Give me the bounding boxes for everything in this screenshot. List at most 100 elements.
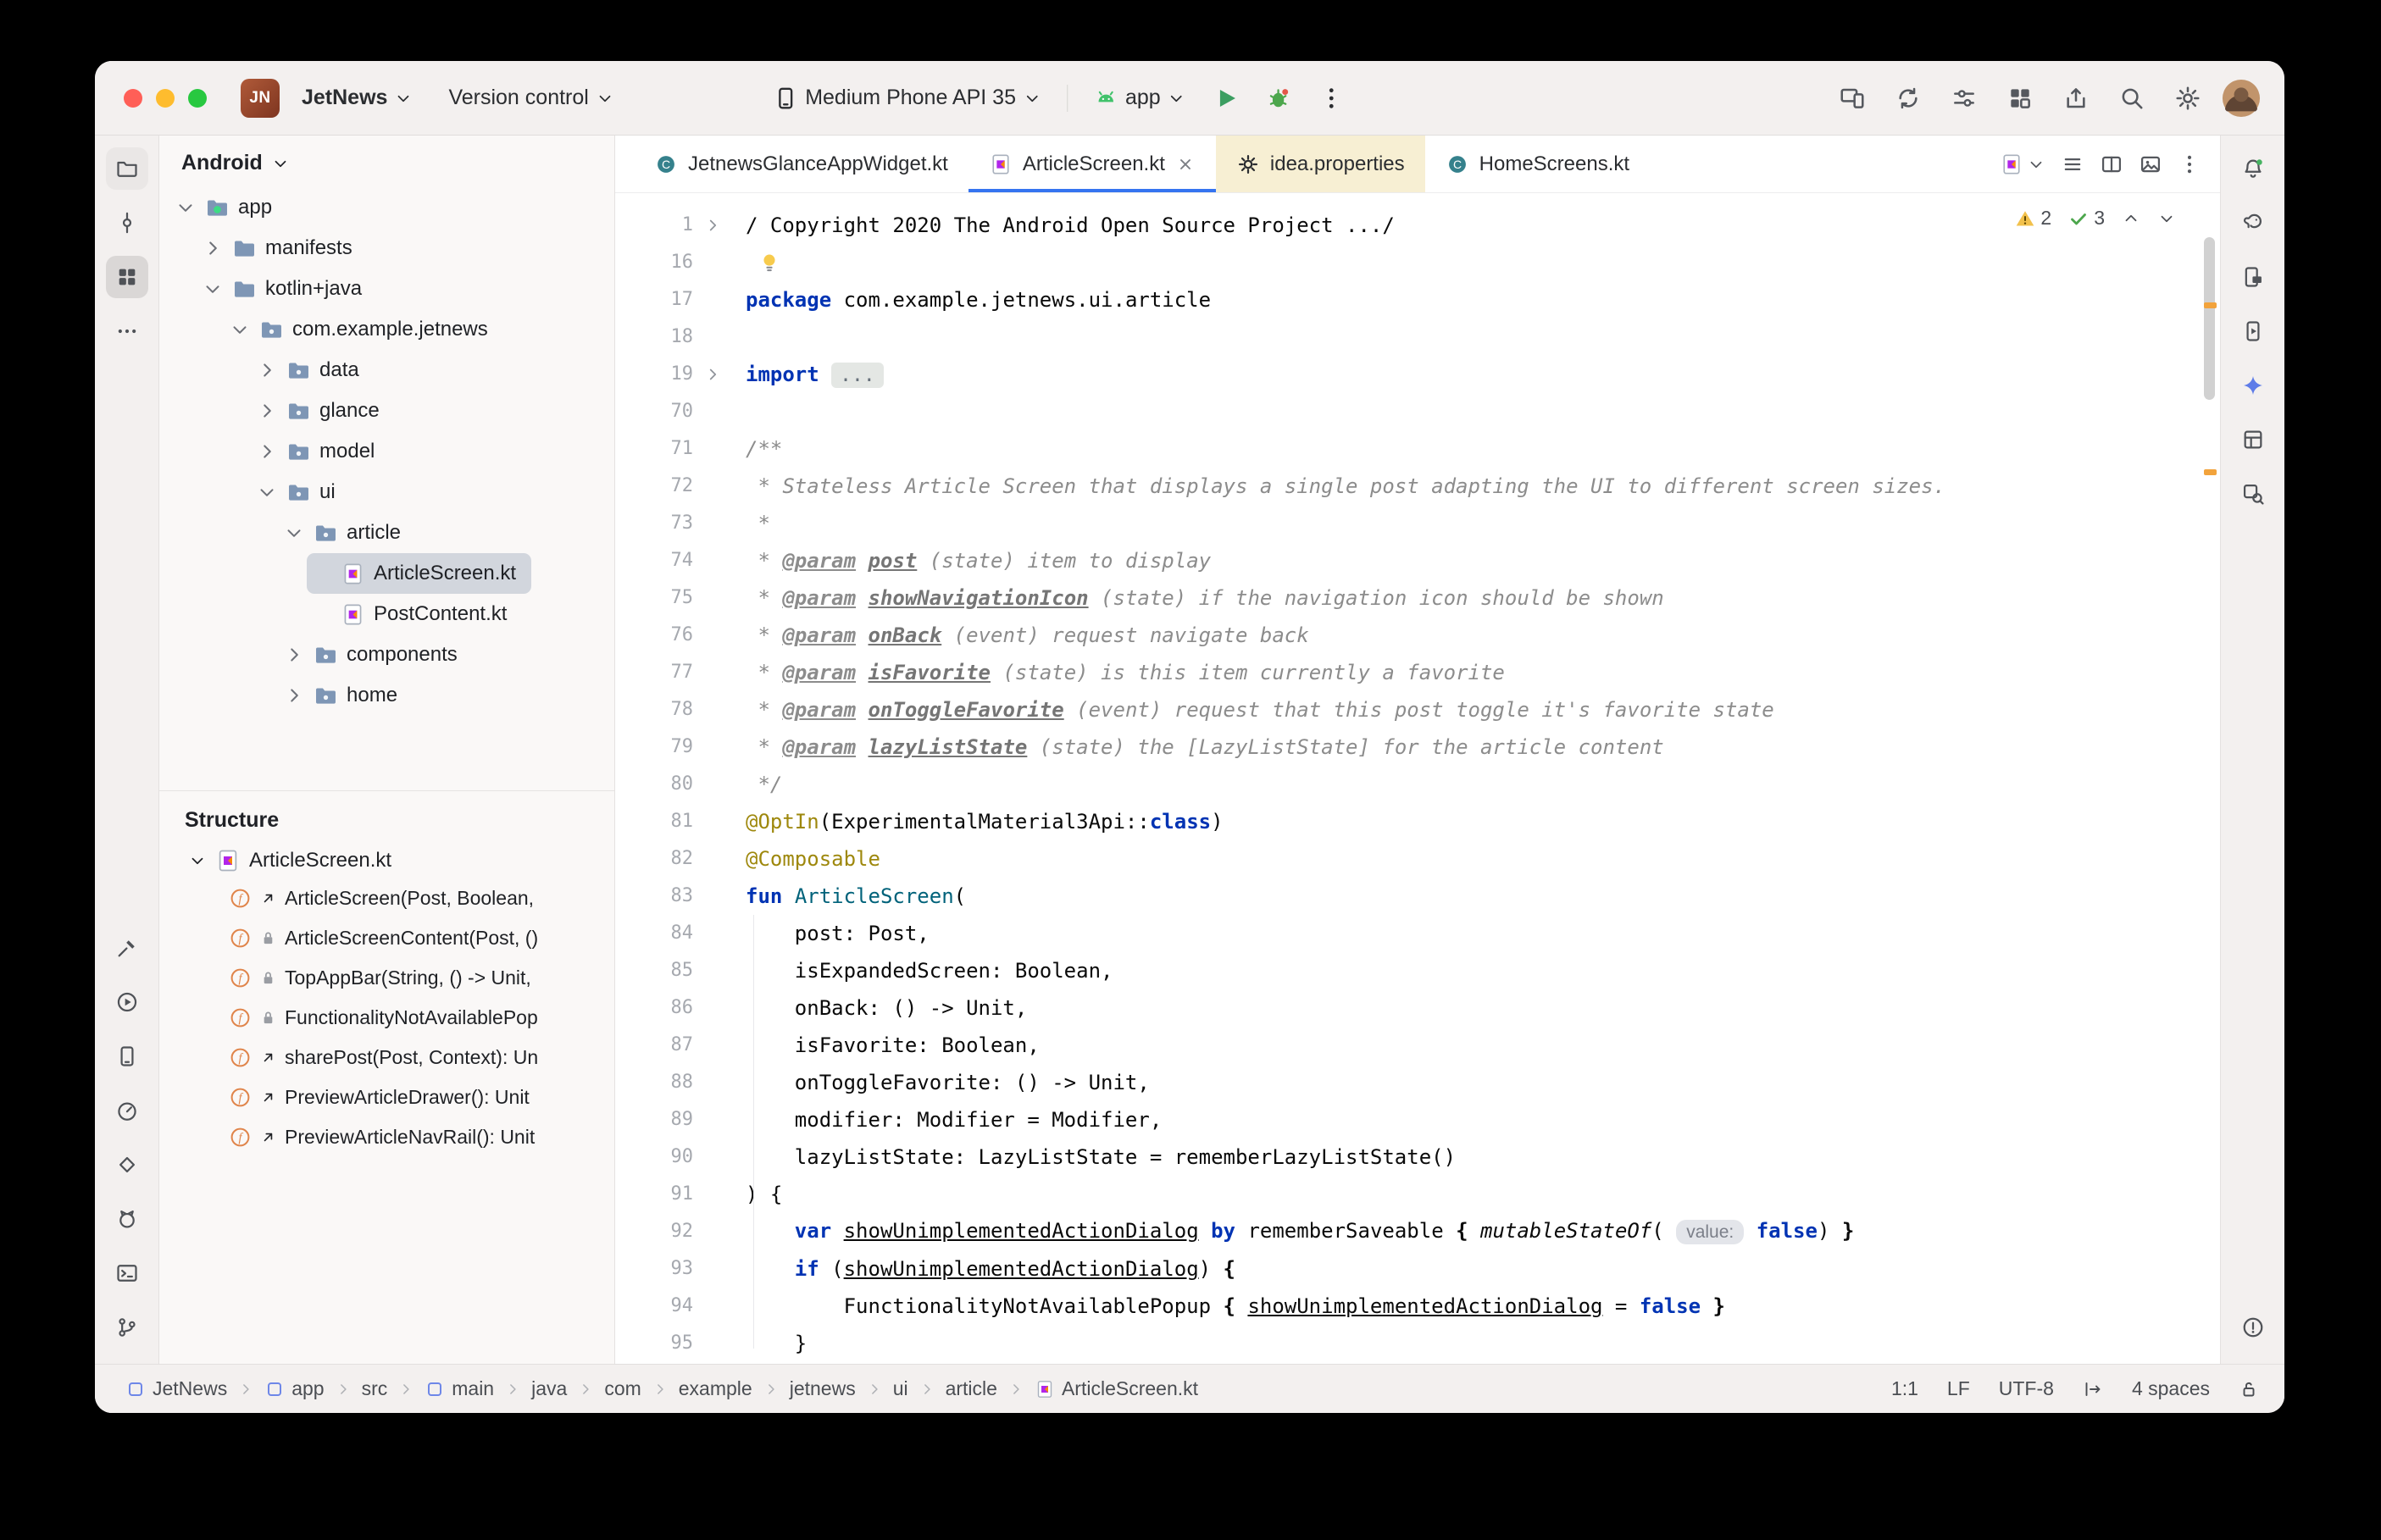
tab-articlescreen-kt[interactable]: ArticleScreen.kt — [968, 136, 1216, 192]
split-editor-button[interactable] — [2100, 152, 2123, 176]
search-button[interactable] — [2110, 76, 2154, 120]
list-view-button[interactable] — [2061, 152, 2084, 176]
fullscreen-window-button[interactable] — [188, 89, 207, 108]
kebab-button[interactable] — [2178, 152, 2201, 176]
indent-size-widget[interactable]: 4 spaces — [2132, 1377, 2210, 1400]
problems-tool-button[interactable] — [2232, 1306, 2274, 1349]
kotlin-select-button[interactable] — [2000, 152, 2045, 176]
app-quality-insights-tool-button[interactable] — [106, 1144, 148, 1186]
tree-item-home[interactable]: home — [280, 675, 413, 716]
preview-button[interactable] — [2139, 152, 2162, 176]
tree-item-data[interactable]: data — [253, 350, 375, 391]
debug-button[interactable] — [1257, 76, 1302, 120]
chevron-down-icon[interactable] — [188, 851, 207, 870]
readonly-toggle[interactable] — [2239, 1379, 2259, 1399]
breadcrumb-articlescreen-kt[interactable]: ArticleScreen.kt — [1030, 1374, 1203, 1404]
structure-item-articlescreen-post-boolean[interactable]: fArticleScreen(Post, Boolean, — [159, 878, 614, 918]
tree-chevron[interactable] — [202, 278, 224, 300]
vcs-widget[interactable]: Version control — [438, 77, 624, 119]
tree-item-model[interactable]: model — [253, 431, 390, 472]
breadcrumb-src[interactable]: src — [357, 1374, 393, 1404]
logcat-tool-button[interactable] — [106, 1198, 148, 1240]
tree-chevron[interactable] — [283, 522, 305, 544]
code-area[interactable]: 1/ Copyright 2020 The Android Open Sourc… — [615, 193, 2220, 1364]
run-button[interactable] — [1205, 76, 1249, 120]
minimize-window-button[interactable] — [156, 89, 175, 108]
prev-problem-button[interactable] — [2122, 209, 2140, 228]
breadcrumb-com[interactable]: com — [599, 1374, 646, 1404]
tree-item-components[interactable]: components — [280, 634, 473, 675]
structure-item-articlescreencontent-post[interactable]: fArticleScreenContent(Post, () — [159, 918, 614, 958]
indent-style-widget[interactable] — [2083, 1379, 2103, 1399]
tree-chevron[interactable] — [256, 440, 278, 463]
breadcrumb-jetnews[interactable]: jetnews — [785, 1374, 861, 1404]
running-devices-button[interactable] — [2232, 310, 2274, 352]
breadcrumb-main[interactable]: main — [419, 1374, 499, 1404]
tree-chevron[interactable] — [283, 644, 305, 666]
device-mirror-button[interactable] — [1830, 76, 1874, 120]
close-window-button[interactable] — [124, 89, 142, 108]
caret-position[interactable]: 1:1 — [1891, 1377, 1918, 1400]
tree-chevron[interactable] — [256, 400, 278, 422]
device-selector[interactable]: Medium Phone API 35 — [763, 77, 1052, 119]
app-inspection-button[interactable] — [2232, 473, 2274, 515]
project-tool-button[interactable] — [106, 147, 148, 190]
tree-chevron[interactable] — [256, 481, 278, 503]
close-tab-icon[interactable] — [1175, 154, 1196, 174]
commit-tool-button[interactable] — [106, 202, 148, 244]
tree-chevron[interactable] — [229, 319, 251, 341]
version-control-tool-button[interactable] — [106, 1306, 148, 1349]
breadcrumb-app[interactable]: app — [259, 1374, 329, 1404]
settings-gear-button[interactable] — [2166, 76, 2210, 120]
tree-chevron[interactable] — [283, 684, 305, 706]
structure-item-functionalitynotavailablepop[interactable]: fFunctionalityNotAvailablePop — [159, 998, 614, 1038]
settings-sliders-button[interactable] — [1942, 76, 1986, 120]
tree-item-postcontent-kt[interactable]: PostContent.kt — [307, 594, 522, 634]
tree-item-glance[interactable]: glance — [253, 391, 395, 431]
tree-item-manifests[interactable]: manifests — [198, 228, 368, 269]
terminal-tool-button[interactable] — [106, 1252, 148, 1294]
gemini-tool-button[interactable] — [2232, 364, 2274, 407]
line-ending-widget[interactable]: LF — [1947, 1377, 1970, 1400]
structure-root[interactable]: ArticleScreen.kt — [159, 843, 614, 878]
breadcrumb-java[interactable]: java — [526, 1374, 572, 1404]
tree-item-app[interactable]: app — [171, 187, 287, 228]
structure-item-topappbar-string-unit[interactable]: fTopAppBar(String, () -> Unit, — [159, 958, 614, 998]
project-widget[interactable]: JetNews — [291, 77, 423, 119]
fold-marker[interactable] — [693, 216, 732, 235]
extensions-button[interactable] — [1998, 76, 2042, 120]
share-button[interactable] — [2054, 76, 2098, 120]
breadcrumb-ui[interactable]: ui — [888, 1374, 913, 1404]
tree-chevron[interactable] — [256, 359, 278, 381]
project-view-selector[interactable]: Android — [159, 136, 614, 186]
breadcrumb-jetnews[interactable]: JetNews — [120, 1374, 232, 1404]
tree-item-article[interactable]: article — [280, 512, 416, 553]
structure-item-sharepost-post-context-un[interactable]: fsharePost(Post, Context): Un — [159, 1038, 614, 1077]
tree-chevron[interactable] — [175, 197, 197, 219]
lightbulb-icon[interactable] — [758, 251, 781, 274]
tree-chevron[interactable] — [202, 237, 224, 259]
device-file-explorer-button[interactable] — [2232, 256, 2274, 298]
build-tool-button[interactable] — [106, 927, 148, 969]
more-run-actions-button[interactable] — [1310, 76, 1354, 120]
more-tool-windows-button[interactable] — [106, 310, 148, 352]
run-tool-button[interactable] — [106, 981, 148, 1023]
tree-item-com-example-jetnews[interactable]: com.example.jetnews — [225, 309, 503, 350]
tree-item-ui[interactable]: ui — [253, 472, 351, 512]
scrollbar-thumb[interactable] — [2204, 237, 2215, 400]
structure-item-previewarticlenavrail-unit[interactable]: fPreviewArticleNavRail(): Unit — [159, 1117, 614, 1157]
tab-idea-properties[interactable]: idea.properties — [1216, 136, 1425, 192]
resource-manager-tool-button[interactable] — [106, 256, 148, 298]
fold-marker[interactable] — [693, 365, 732, 384]
profiler-tool-button[interactable] — [106, 1089, 148, 1132]
tab-homescreens-kt[interactable]: CHomeScreens.kt — [1425, 136, 1650, 192]
passed-chip[interactable]: 3 — [2068, 207, 2105, 230]
encoding-widget[interactable]: UTF-8 — [1999, 1377, 2054, 1400]
next-problem-button[interactable] — [2157, 209, 2176, 228]
breadcrumb-article[interactable]: article — [941, 1374, 1002, 1404]
gradle-tool-button[interactable] — [2232, 202, 2274, 244]
sync-button[interactable] — [1886, 76, 1930, 120]
tree-item-articlescreen-kt[interactable]: ArticleScreen.kt — [307, 553, 531, 594]
layout-inspector-button[interactable] — [2232, 418, 2274, 461]
avatar[interactable] — [2222, 79, 2261, 118]
